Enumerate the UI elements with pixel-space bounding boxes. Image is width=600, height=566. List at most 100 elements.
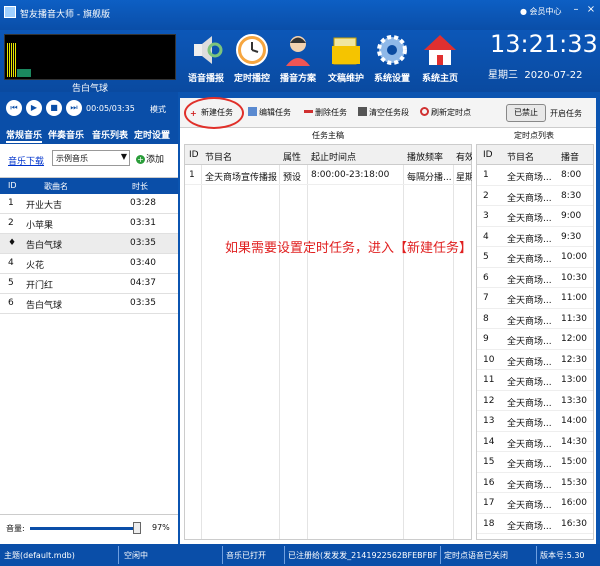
nav-label: 语音播报 [187, 74, 224, 84]
cell-id: 15 [483, 457, 495, 467]
status-theme: 主题(default.mdb) [4, 551, 75, 560]
cell-id: 1 [189, 170, 195, 180]
volume-slider[interactable] [30, 527, 140, 530]
new-task-button[interactable]: + 新建任务 [190, 107, 233, 118]
nav-home[interactable]: 系统主页 [414, 32, 466, 90]
table-row[interactable]: 2 全天商场... 8:30 [477, 186, 593, 206]
col-valid: 有效 [456, 153, 472, 163]
table-row[interactable]: 7 全天商场... 11:00 [477, 288, 593, 309]
cell-t: 10:00 [561, 252, 587, 262]
table-row[interactable]: 1 开业大吉 03:28 [0, 194, 178, 214]
col-program: 节目名 [205, 153, 233, 163]
nav-broadcast-plan[interactable]: 播音方案 [272, 32, 324, 90]
table-row[interactable]: 16 全天商场... 15:30 [477, 473, 593, 493]
cell-id: 13 [483, 416, 495, 426]
cell-name: 全天商场... [507, 173, 552, 183]
cell-duration: 03:35 [130, 238, 156, 248]
disabled-toggle[interactable]: 已禁止 [506, 104, 546, 122]
nav-voice-broadcast[interactable]: 语音播报 [180, 32, 232, 90]
table-row[interactable]: 1 全天商场宣传播报 预设 8:00:00-23:18:00 每隔分播... 星… [185, 165, 472, 185]
status-music: 音乐已打开 [226, 551, 266, 560]
cell-id: 7 [483, 293, 489, 303]
member-center-link[interactable]: ● 会员中心 [520, 6, 562, 17]
add-button[interactable]: + 添加 [136, 152, 164, 165]
cell-t: 10:30 [561, 272, 587, 283]
table-row[interactable]: 5 开门红 04:37 [0, 274, 178, 294]
play-button[interactable]: ▶ [26, 100, 42, 116]
cell-name: 全天商场... [507, 378, 552, 388]
table-row-playing[interactable]: ♦ 告白气球 03:35 [0, 234, 178, 254]
left-tabs: 常规音乐 伴奏音乐 音乐列表 定时设置 [0, 124, 178, 144]
stop-button[interactable]: ■ [46, 100, 62, 116]
nav-manuscript[interactable]: 文稿维护 [320, 32, 372, 90]
table-row[interactable]: 4 全天商场... 9:30 [477, 227, 593, 247]
table-row[interactable]: 10 全天商场... 12:30 [477, 350, 593, 370]
table-row[interactable]: 4 火花 03:40 [0, 254, 178, 274]
status-state: 空闲中 [124, 551, 148, 560]
cell-t: 9:00 [561, 211, 582, 221]
table-row[interactable]: 15 全天商场... 15:00 [477, 452, 593, 473]
volume-slider-handle[interactable] [132, 522, 141, 534]
table-row[interactable]: 18 全天商场... 16:30 [477, 514, 593, 534]
schedule-panel-title: 定时点列表 [514, 131, 554, 140]
cell-name: 全天商场... [507, 316, 552, 327]
cell-t: 13:30 [561, 395, 587, 406]
table-row[interactable]: 14 全天商场... 14:30 [477, 432, 593, 452]
cell-id: ♦ [8, 238, 17, 248]
cell-t: 12:00 [561, 334, 587, 344]
announcer-icon [286, 36, 310, 66]
play-mode-button[interactable]: 模式 [150, 104, 166, 115]
nav-scheduled-control[interactable]: 定时播控 [226, 32, 278, 90]
cell-id: 4 [8, 258, 14, 268]
table-row[interactable]: 9 全天商场... 12:00 [477, 329, 593, 350]
next-button[interactable]: ⏭ [66, 100, 82, 116]
music-download-link[interactable]: 音乐下载 [8, 154, 44, 167]
table-row[interactable]: 13 全天商场... 14:00 [477, 411, 593, 432]
delete-task-button[interactable]: 删除任务 [304, 107, 347, 118]
col-attribute: 属性 [283, 153, 302, 163]
cell-t: 11:30 [561, 313, 587, 324]
plus-icon: + [190, 109, 197, 118]
table-row[interactable]: 1 全天商场... 8:00 [477, 165, 593, 186]
playlist-select[interactable]: 示例音乐 ▼ [52, 150, 130, 166]
tab-regular-music[interactable]: 常规音乐 [6, 128, 43, 143]
table-row[interactable]: 2 小苹果 03:31 [0, 214, 178, 234]
table-row[interactable]: 17 全天商场... 16:00 [477, 493, 593, 514]
app-logo-icon [4, 6, 16, 18]
status-separator [536, 546, 537, 564]
table-row[interactable]: 5 全天商场... 10:00 [477, 247, 593, 268]
nav-label: 系统主页 [421, 74, 458, 84]
table-row[interactable]: 12 全天商场... 13:30 [477, 391, 593, 411]
cell-name: 开业大吉 [26, 201, 63, 211]
table-row[interactable]: 3 全天商场... 9:00 [477, 206, 593, 227]
tab-timer-settings[interactable]: 定时设置 [134, 128, 170, 141]
col-time-range: 起止时间点 [311, 153, 357, 163]
edit-task-button[interactable]: 编辑任务 [248, 107, 291, 118]
tab-accompaniment[interactable]: 伴奏音乐 [48, 128, 84, 141]
cell-id: 10 [483, 354, 495, 365]
table-row[interactable]: 8 全天商场... 11:30 [477, 309, 593, 329]
status-version: 版本号:5.30 [540, 551, 585, 560]
tab-music-list[interactable]: 音乐列表 [92, 128, 128, 141]
cell-name: 全天商场... [507, 480, 552, 491]
table-row[interactable]: 6 全天商场... 10:30 [477, 268, 593, 288]
enable-task-button[interactable]: 开启任务 [550, 108, 582, 119]
cell-id: 14 [483, 436, 495, 447]
close-button[interactable]: × [585, 4, 597, 16]
cell-t: 8:30 [561, 190, 582, 201]
refresh-schedule-button[interactable]: 刷新定时点 [420, 107, 471, 118]
cell-t: 14:30 [561, 436, 587, 447]
table-row[interactable]: 6 告白气球 03:35 [0, 294, 178, 314]
cell-id: 2 [8, 218, 14, 228]
table-row[interactable]: 11 全天商场... 13:00 [477, 370, 593, 391]
clear-tasks-button[interactable]: 清空任务段 [358, 107, 409, 118]
minimize-button[interactable]: – [570, 4, 582, 16]
nav-system-settings[interactable]: 系统设置 [366, 32, 418, 90]
chevron-down-icon: ▼ [120, 152, 127, 161]
clock: 13:21:33 [490, 30, 598, 58]
task-toolbar: + 新建任务 编辑任务 删除任务 清空任务段 刷新定时点 已禁止 开启任务 [180, 97, 596, 129]
cell-name: 火花 [26, 261, 45, 271]
playlist-select-value: 示例音乐 [56, 154, 88, 163]
cell-t: 13:00 [561, 375, 587, 385]
previous-button[interactable]: ⏮ [6, 100, 22, 116]
